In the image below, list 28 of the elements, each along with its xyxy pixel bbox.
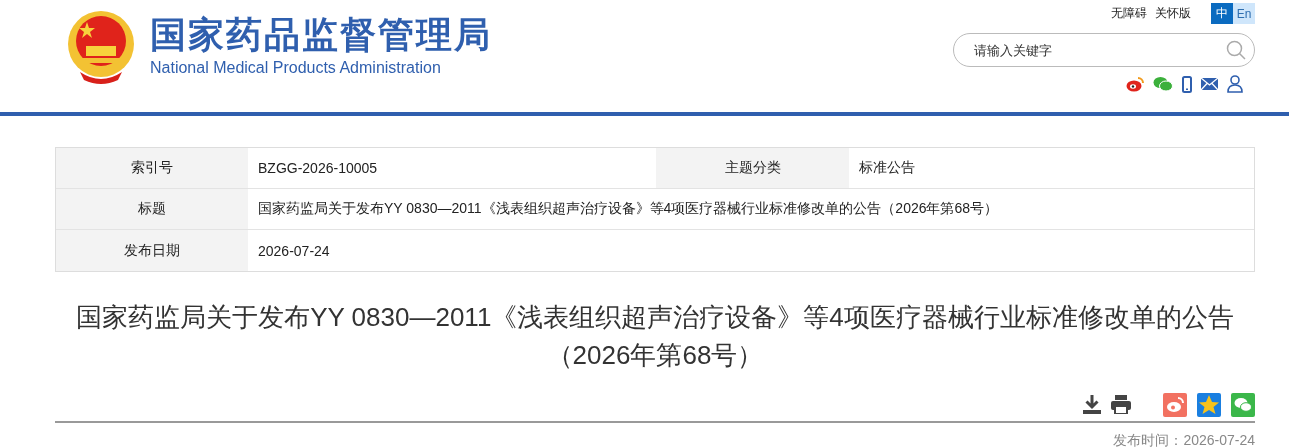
field-label: 标题 bbox=[56, 189, 248, 230]
wechat-icon[interactable] bbox=[1153, 76, 1173, 92]
field-value: BZGG-2026-10005 bbox=[248, 148, 656, 189]
wechat-share-icon[interactable] bbox=[1231, 392, 1255, 417]
search-field[interactable]: 请输入关键字 bbox=[972, 41, 1196, 59]
weibo-share-icon[interactable] bbox=[1163, 392, 1187, 417]
article-title: 国家药监局关于发布YY 0830—2011《浅表组织超声治疗设备》等4项医疗器械行业标准修改单的公告（2026年第68号） bbox=[75, 301, 1235, 372]
language-tab[interactable]: 中 bbox=[1211, 3, 1233, 24]
site-title: 国家药品监督管理局 bbox=[150, 13, 492, 57]
field-value: 2026-07-24 bbox=[257, 241, 331, 261]
star-share-icon[interactable] bbox=[1197, 392, 1221, 417]
field-label: 发布日期 bbox=[56, 230, 248, 271]
phone-icon[interactable] bbox=[1182, 75, 1192, 93]
weibo-icon[interactable] bbox=[1126, 76, 1144, 92]
printer-icon[interactable] bbox=[1111, 395, 1131, 414]
top-link[interactable]: 关怀版 bbox=[1155, 5, 1191, 22]
top-link[interactable]: 无障碍 bbox=[1111, 5, 1147, 22]
language-tab[interactable]: En bbox=[1233, 3, 1255, 24]
field-value: 国家药监局关于发布YY 0830—2011《浅表组织超声治疗设备》等4项医疗器械行业标准修改单的公告（2026年第68号） bbox=[248, 189, 1254, 230]
field-value: 标准公告 bbox=[849, 148, 1254, 189]
user-icon[interactable] bbox=[1227, 75, 1243, 93]
site-subtitle: National Medical Products Administration bbox=[150, 58, 442, 78]
emblem-icon bbox=[66, 8, 136, 84]
download-icon[interactable] bbox=[1083, 395, 1101, 414]
mail-icon[interactable] bbox=[1201, 78, 1218, 90]
field-label: 索引号 bbox=[56, 148, 248, 189]
field-label: 主题分类 bbox=[656, 148, 849, 189]
publish-time: 发布时间：2026-07-24 bbox=[1112, 432, 1255, 448]
